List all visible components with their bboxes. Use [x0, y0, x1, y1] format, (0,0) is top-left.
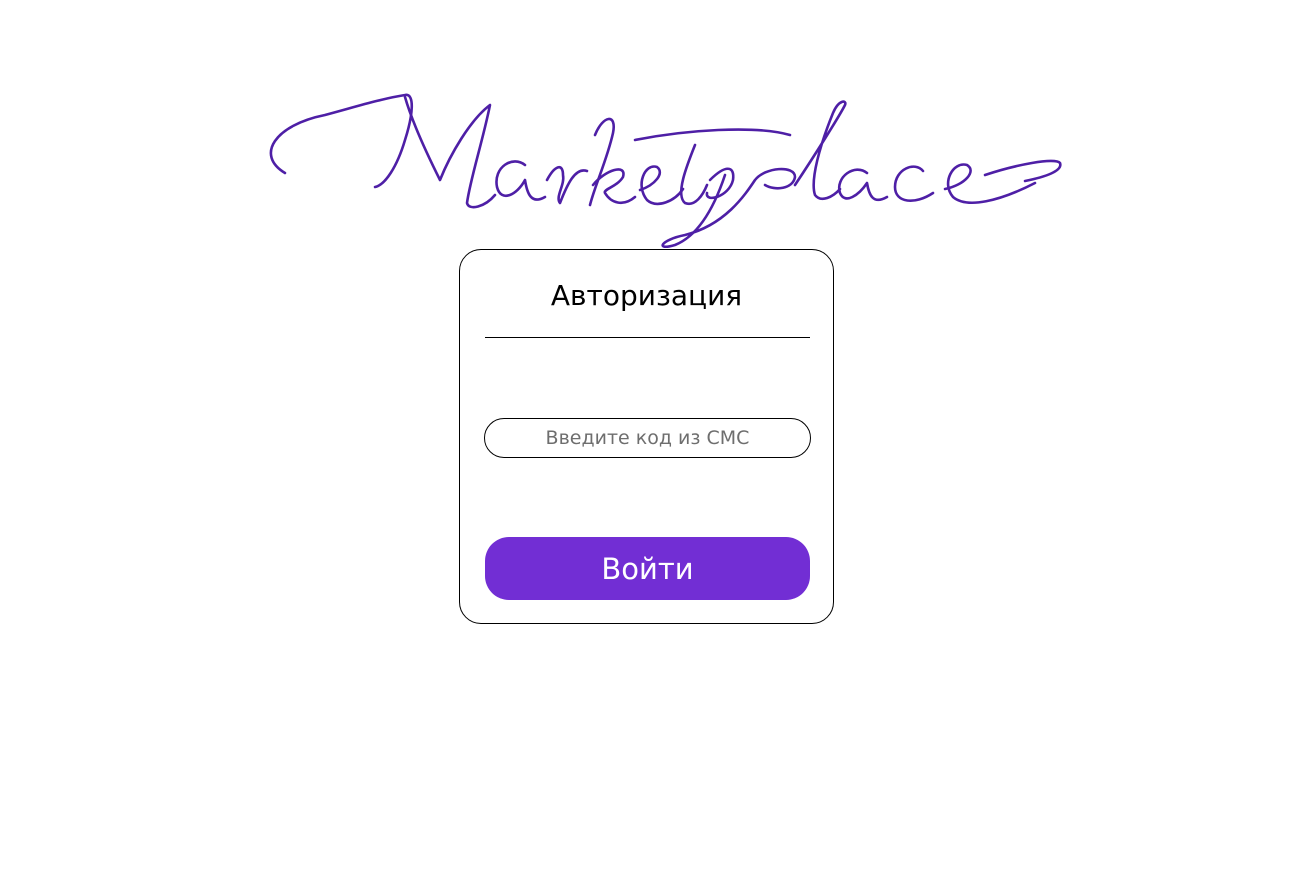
sms-code-input[interactable] — [484, 418, 811, 458]
title-divider — [485, 337, 810, 338]
login-button[interactable]: Войти — [485, 537, 810, 600]
auth-title: Авторизация — [550, 279, 743, 312]
auth-card: Авторизация Войти — [459, 249, 834, 624]
marketplace-logo — [255, 85, 1065, 255]
